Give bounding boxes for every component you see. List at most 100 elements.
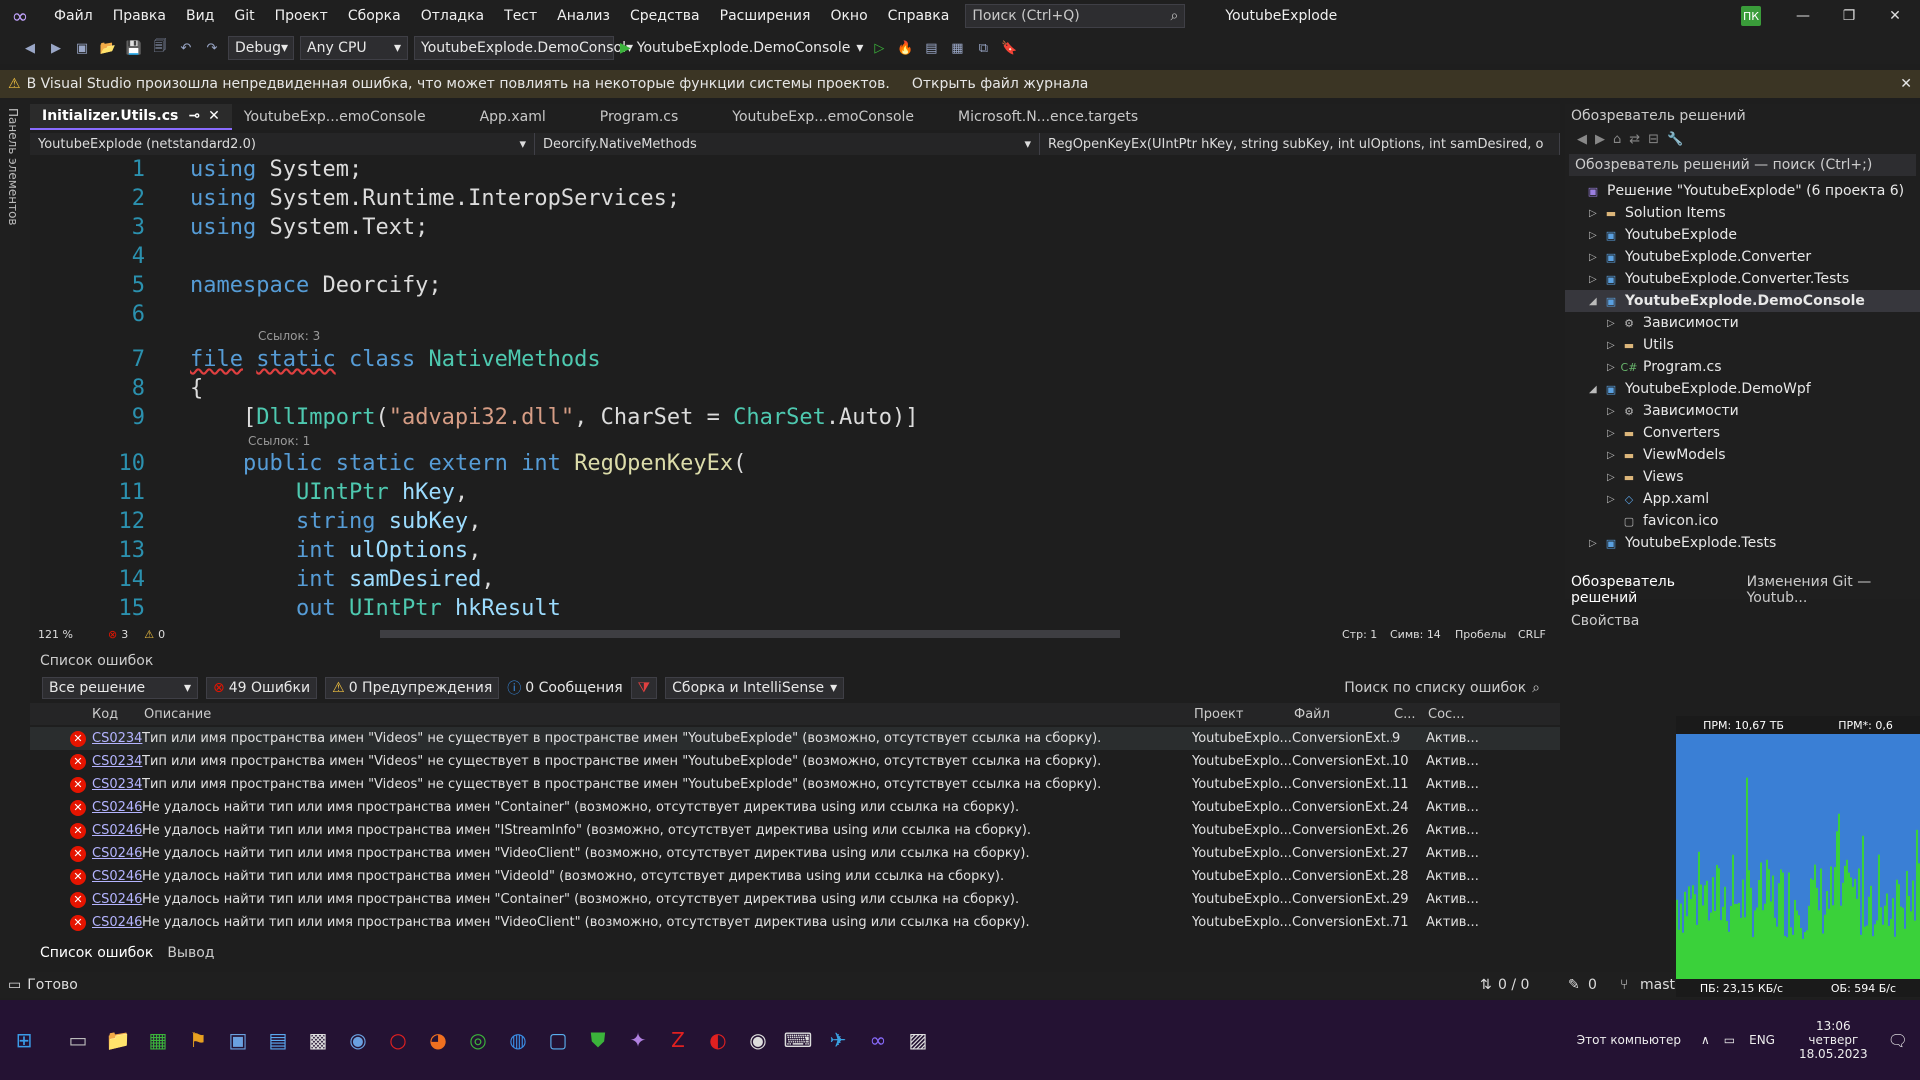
app-icon[interactable]: ▩ <box>298 1020 338 1060</box>
toolbar-tool-icon[interactable]: ⧉ <box>973 38 993 58</box>
solution-tree-item[interactable]: ▷ ▬ ViewModels <box>1565 444 1920 466</box>
error-code[interactable]: CS0246 <box>92 869 142 884</box>
properties-icon[interactable]: 🔧 <box>1667 132 1683 147</box>
solution-tree-item[interactable]: ▷ ▬ Views <box>1565 466 1920 488</box>
expand-arrow-icon[interactable]: ▷ <box>1607 450 1621 461</box>
expand-arrow-icon[interactable]: ▷ <box>1607 428 1621 439</box>
solution-tree-item[interactable]: ◢ ▣ YoutubeExplode.DemoWpf <box>1565 378 1920 400</box>
pin-icon[interactable]: ⊸ <box>188 108 200 124</box>
run-button[interactable]: ▶ YoutubeExplode.DemoConsole ▾ <box>620 40 863 56</box>
undo-icon[interactable]: ↶ <box>176 38 196 58</box>
error-row[interactable]: ✕ CS0246 Не удалось найти тип или имя прос… <box>30 842 1560 865</box>
terminal-icon[interactable]: ⌨ <box>778 1020 818 1060</box>
col-file[interactable]: Файл <box>1294 707 1394 722</box>
code-editor[interactable]: 1 using System; 2 using System.Runtime.Int… <box>30 155 1560 625</box>
col-project[interactable]: Проект <box>1194 707 1294 722</box>
user-avatar[interactable]: ПК <box>1741 6 1761 26</box>
menu-help[interactable]: Справка <box>878 0 960 32</box>
minimize-icon[interactable]: — <box>1780 0 1826 32</box>
error-code[interactable]: CS0246 <box>92 800 142 815</box>
error-search-input[interactable]: Поиск по списку ошибок ⌕ <box>1344 680 1540 696</box>
error-row[interactable]: ✕ CS0234 Тип или имя пространства имен "Vi… <box>30 727 1560 750</box>
opera-icon[interactable]: ○ <box>378 1020 418 1060</box>
filter-icon[interactable]: ⧩ <box>630 677 658 699</box>
expand-arrow-icon[interactable]: ▷ <box>1607 406 1621 417</box>
tab-error-list[interactable]: Список ошибок <box>40 945 153 961</box>
expand-arrow-icon[interactable]: ▷ <box>1607 318 1621 329</box>
app-icon[interactable]: Z <box>658 1020 698 1060</box>
col-description[interactable]: Описание <box>144 707 1194 722</box>
app-icon[interactable]: ▣ <box>218 1020 258 1060</box>
line-changes[interactable]: 0 / 0 <box>1498 977 1529 993</box>
whitespace-mode[interactable]: Пробелы <box>1455 628 1506 641</box>
save-icon[interactable]: 💾 <box>124 38 144 58</box>
branch-name[interactable]: mast <box>1640 977 1675 993</box>
solution-tree-item[interactable]: ▣ Решение "YoutubeExplode" (6 проекта 6) <box>1565 180 1920 202</box>
app-icon[interactable]: ◐ <box>698 1020 738 1060</box>
edit-count[interactable]: 0 <box>1588 977 1597 993</box>
error-code[interactable]: CS0234 <box>92 731 142 746</box>
forward-icon[interactable]: ▶ <box>1595 132 1605 147</box>
collapse-icon[interactable]: ⊟ <box>1648 132 1659 147</box>
solution-tree-item[interactable]: ▷ C# Program.cs <box>1565 356 1920 378</box>
solution-tree-item[interactable]: ▷ ▬ Solution Items <box>1565 202 1920 224</box>
tab-output[interactable]: Вывод <box>167 945 214 961</box>
forward-icon[interactable]: ▶ <box>46 38 66 58</box>
app-icon[interactable]: ▤ <box>258 1020 298 1060</box>
solution-search-input[interactable]: Обозреватель решений — поиск (Ctrl+;) <box>1569 154 1916 176</box>
tab-democonsole-2[interactable]: YoutubeExp...emoConsole <box>720 104 926 130</box>
back-icon[interactable]: ◀ <box>1577 132 1587 147</box>
telegram-icon[interactable]: ✈ <box>818 1020 858 1060</box>
close-icon[interactable]: ✕ <box>1900 76 1912 92</box>
app-icon[interactable]: ⛊ <box>578 1020 618 1060</box>
open-log-link[interactable]: Открыть файл журнала <box>912 76 1089 92</box>
error-row[interactable]: ✕ CS0246 Не удалось найти тип или имя прос… <box>30 796 1560 819</box>
menu-edit[interactable]: Правка <box>103 0 176 32</box>
chrome-icon[interactable]: ◎ <box>458 1020 498 1060</box>
col-code[interactable]: Код <box>92 707 144 722</box>
startup-project-select[interactable]: YoutubeExplode.DemoConsol ▾ <box>414 36 633 60</box>
notifications-icon[interactable]: 🗨 <box>1888 1031 1908 1050</box>
firefox-icon[interactable]: ◕ <box>418 1020 458 1060</box>
member-dropdown[interactable]: RegOpenKeyEx(UIntPtr hKey, string subKey… <box>1040 133 1560 155</box>
col-state[interactable]: Сос... <box>1428 707 1465 722</box>
app-icon[interactable]: ⚑ <box>178 1020 218 1060</box>
solution-tree-item[interactable]: ▢ favicon.ico <box>1565 510 1920 532</box>
solution-tree-item[interactable]: ▷ ◇ App.xaml <box>1565 488 1920 510</box>
expand-arrow-icon[interactable]: ▷ <box>1589 208 1603 219</box>
this-computer-label[interactable]: Этот компьютер <box>1577 1033 1681 1047</box>
tab-solution-explorer[interactable]: Обозреватель решений <box>1571 574 1731 606</box>
line-ending[interactable]: CRLF <box>1518 628 1546 641</box>
errors-filter-button[interactable]: ⊗ 49 Ошибки <box>206 677 318 699</box>
expand-arrow-icon[interactable]: ▷ <box>1589 274 1603 285</box>
solution-tree-item[interactable]: ▷ ▣ YoutubeExplode <box>1565 224 1920 246</box>
expand-arrow-icon[interactable]: ▷ <box>1589 252 1603 263</box>
horizontal-scrollbar[interactable] <box>380 630 1120 638</box>
app-icon[interactable]: ✦ <box>618 1020 658 1060</box>
new-project-icon[interactable]: ▣ <box>72 38 92 58</box>
network-icon[interactable]: ▭ <box>1724 1033 1735 1047</box>
error-row[interactable]: ✕ CS0246 Не удалось найти тип или имя прос… <box>30 819 1560 842</box>
tab-program-cs[interactable]: Program.cs <box>588 104 691 130</box>
build-filter-select[interactable]: Сборка и IntelliSense ▾ <box>665 677 845 699</box>
close-icon[interactable]: ✕ <box>1872 0 1918 32</box>
chevron-up-icon[interactable]: ∧ <box>1701 1033 1710 1047</box>
menu-window[interactable]: Окно <box>820 0 877 32</box>
tab-initializer-utils[interactable]: Initializer.Utils.cs ⊸ ✕ <box>30 104 232 130</box>
expand-arrow-icon[interactable]: ▷ <box>1589 538 1603 549</box>
solution-tree-item[interactable]: ▷ ▣ YoutubeExplode.Converter.Tests <box>1565 268 1920 290</box>
error-row[interactable]: ✕ CS0234 Тип или имя пространства имен "Vi… <box>30 773 1560 796</box>
global-search-input[interactable]: Поиск (Ctrl+Q) ⌕ <box>965 4 1186 28</box>
app-icon[interactable]: ▦ <box>138 1020 178 1060</box>
menu-test[interactable]: Тест <box>494 0 547 32</box>
expand-arrow-icon[interactable]: ▷ <box>1607 340 1621 351</box>
tab-app-xaml[interactable]: App.xaml <box>468 104 558 130</box>
solution-tree-item[interactable]: ▷ ▬ Utils <box>1565 334 1920 356</box>
hot-reload-icon[interactable]: 🔥 <box>895 38 915 58</box>
solution-tree-item[interactable]: ◢ ▣ YoutubeExplode.DemoConsole <box>1565 290 1920 312</box>
redo-icon[interactable]: ↷ <box>202 38 222 58</box>
toolbar-tool-icon[interactable]: ▦ <box>947 38 967 58</box>
bookmark-icon[interactable]: 🔖 <box>999 38 1019 58</box>
error-row[interactable]: ✕ CS0234 Тип или имя пространства имен "Vi… <box>30 750 1560 773</box>
menu-view[interactable]: Вид <box>176 0 224 32</box>
